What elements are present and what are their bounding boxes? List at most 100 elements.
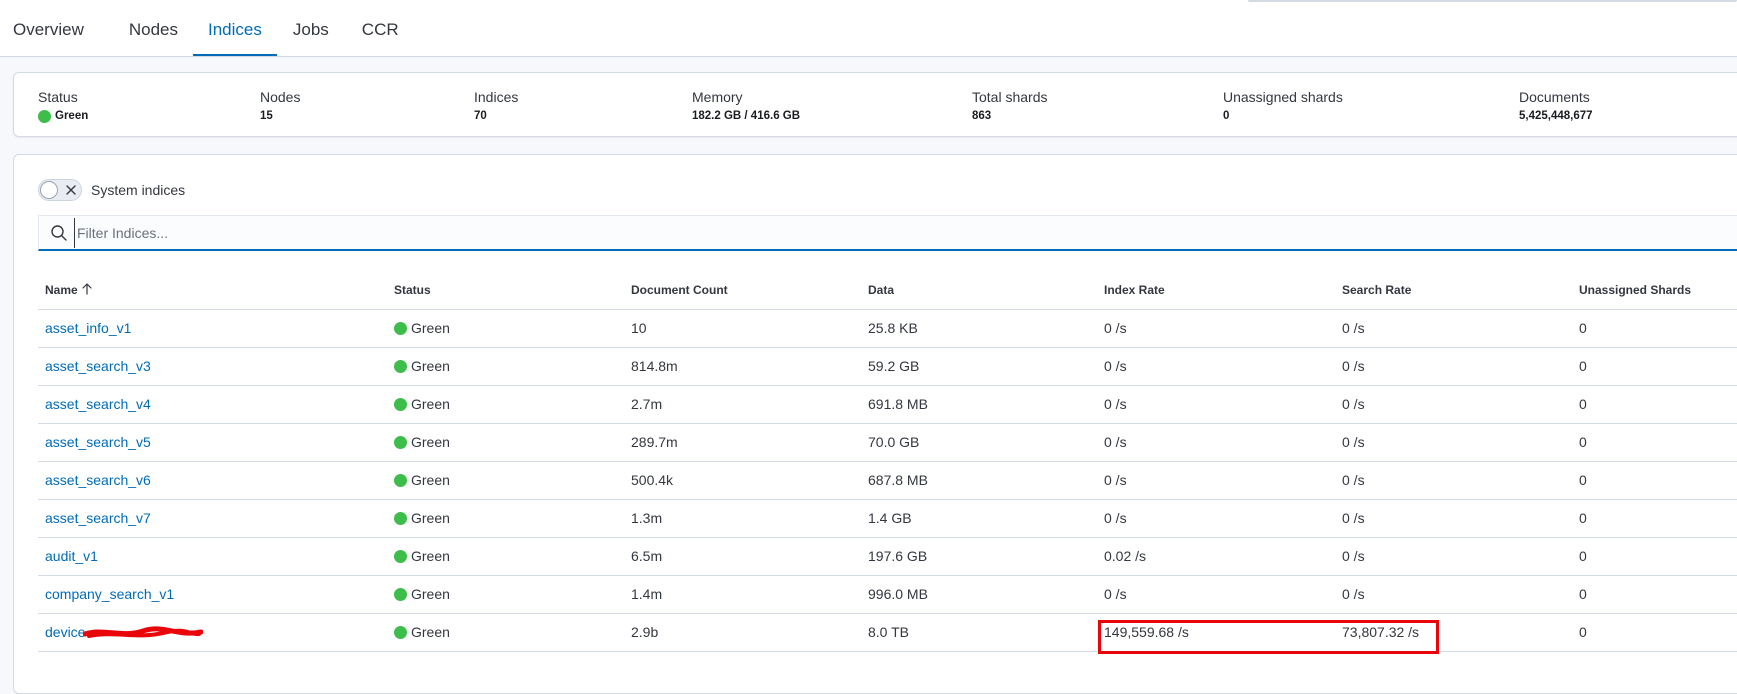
table-row: asset_search_v5 Green 289.7m 70.0 GB 0 /… (38, 423, 1737, 462)
document-count: 2.7m (624, 385, 861, 424)
index-rate: 0 /s (1097, 385, 1335, 424)
table-row: device Green 2.9b 8.0 TB 149,559.68 /s 7… (38, 613, 1737, 652)
index-rate: 0 /s (1097, 499, 1335, 538)
status-dot-icon (394, 359, 407, 373)
stat-value: 5,425,448,677 (1519, 110, 1593, 122)
cluster-summary-panel: Status Green Nodes 15 Indices 70 Memory … (13, 72, 1737, 137)
stat-label: Total shards (972, 89, 1048, 105)
stat-value: 0 (1223, 110, 1230, 122)
index-status: Green (411, 434, 450, 450)
data-size: 996.0 MB (861, 575, 1097, 614)
column-header-search-rate[interactable]: Search Rate (1335, 271, 1572, 310)
unassigned-shards: 0 (1572, 347, 1737, 386)
global-search-edge (1248, 0, 1737, 2)
search-rate: 73,807.32 /s (1335, 613, 1572, 652)
index-rate: 0 /s (1097, 423, 1335, 462)
unassigned-shards: 0 (1572, 309, 1737, 348)
index-status: Green (411, 510, 450, 526)
stat-indices: Indices 70 (474, 88, 518, 123)
index-rate: 0 /s (1097, 461, 1335, 500)
filter-indices-input[interactable] (74, 217, 1577, 248)
index-name-link[interactable]: audit_v1 (45, 548, 98, 564)
index-name-link[interactable]: asset_search_v7 (45, 510, 151, 526)
tab-ccr[interactable]: CCR (345, 0, 412, 56)
index-name-link[interactable]: asset_search_v4 (45, 396, 151, 412)
status-dot-icon (394, 549, 407, 563)
table-row: audit_v1 Green 6.5m 197.6 GB 0.02 /s 0 /… (38, 537, 1737, 576)
document-count: 1.3m (624, 499, 861, 538)
stat-value: 15 (260, 110, 273, 122)
indices-table: Name Status Document Count Data Index Ra… (38, 271, 1737, 652)
column-header-unassigned-shards[interactable]: Unassigned Shards (1572, 271, 1737, 310)
column-header-data[interactable]: Data (861, 271, 1097, 310)
stat-value: Green (55, 110, 89, 122)
table-header-row: Name Status Document Count Data Index Ra… (38, 271, 1737, 310)
unassigned-shards: 0 (1572, 537, 1737, 576)
search-rate: 0 /s (1335, 575, 1572, 614)
stat-label: Nodes (260, 89, 301, 105)
table-row: asset_search_v7 Green 1.3m 1.4 GB 0 /s 0… (38, 499, 1737, 538)
system-indices-switch[interactable] (38, 179, 82, 201)
system-indices-label: System indices (91, 182, 186, 198)
index-name-link[interactable]: asset_search_v5 (45, 434, 151, 450)
search-rate: 0 /s (1335, 499, 1572, 538)
data-size: 687.8 MB (861, 461, 1097, 500)
search-rate: 0 /s (1335, 385, 1572, 424)
redaction-scribble (83, 626, 204, 639)
tab-overview[interactable]: Overview (0, 0, 116, 56)
stat-documents: Documents 5,425,448,677 (1519, 88, 1593, 123)
status-dot-icon (394, 587, 407, 601)
search-rate: 0 /s (1335, 461, 1572, 500)
index-rate: 0 /s (1097, 309, 1335, 348)
index-status: Green (411, 472, 450, 488)
status-dot-icon (394, 435, 407, 449)
index-rate: 0.02 /s (1097, 537, 1335, 576)
stat-label: Documents (1519, 89, 1590, 105)
tab-indices[interactable]: Indices (193, 0, 277, 56)
document-count: 2.9b (624, 613, 861, 652)
column-header-status[interactable]: Status (387, 271, 624, 310)
index-rate: 0 /s (1097, 347, 1335, 386)
document-count: 500.4k (624, 461, 861, 500)
data-size: 59.2 GB (861, 347, 1097, 386)
stat-label: Unassigned shards (1223, 89, 1343, 105)
data-size: 8.0 TB (861, 613, 1097, 652)
column-header-document-count[interactable]: Document Count (624, 271, 861, 310)
stat-label: Indices (474, 89, 519, 105)
tab-bar: Overview Nodes Indices Jobs CCR (0, 0, 412, 56)
stat-label: Memory (692, 89, 743, 105)
stat-value: 182.2 GB / 416.6 GB (692, 110, 801, 122)
column-header-name[interactable]: Name (38, 271, 387, 310)
data-size: 197.6 GB (861, 537, 1097, 576)
stat-status: Status Green (38, 88, 88, 123)
table-row: asset_search_v3 Green 814.8m 59.2 GB 0 /… (38, 347, 1737, 386)
search-rate: 0 /s (1335, 423, 1572, 462)
index-name-link[interactable]: company_search_v1 (45, 586, 174, 602)
status-dot-icon (38, 109, 51, 123)
document-count: 289.7m (624, 423, 861, 462)
index-name-link[interactable]: asset_search_v3 (45, 358, 151, 374)
document-count: 814.8m (624, 347, 861, 386)
tab-nodes[interactable]: Nodes (116, 0, 193, 56)
index-status: Green (411, 624, 450, 640)
status-dot-icon (394, 397, 407, 411)
document-count: 6.5m (624, 537, 861, 576)
stat-nodes: Nodes 15 (260, 88, 300, 123)
search-rate: 0 /s (1335, 309, 1572, 348)
column-header-index-rate[interactable]: Index Rate (1097, 271, 1335, 310)
status-dot-icon (394, 473, 407, 487)
unassigned-shards: 0 (1572, 613, 1737, 652)
data-size: 70.0 GB (861, 423, 1097, 462)
indices-panel: System indices Name Status Document Coun… (13, 154, 1737, 694)
index-name-link[interactable]: device (45, 624, 85, 640)
index-name-link[interactable]: asset_search_v6 (45, 472, 151, 488)
search-rate: 0 /s (1335, 347, 1572, 386)
table-row: asset_info_v1 Green 10 25.8 KB 0 /s 0 /s… (38, 309, 1737, 348)
search-icon (51, 224, 67, 241)
index-name-link[interactable]: asset_info_v1 (45, 320, 131, 336)
status-dot-icon (394, 625, 407, 639)
top-nav: Overview Nodes Indices Jobs CCR (0, 0, 1737, 57)
system-indices-toggle-row: System indices (38, 179, 185, 201)
document-count: 1.4m (624, 575, 861, 614)
tab-jobs[interactable]: Jobs (277, 0, 345, 56)
